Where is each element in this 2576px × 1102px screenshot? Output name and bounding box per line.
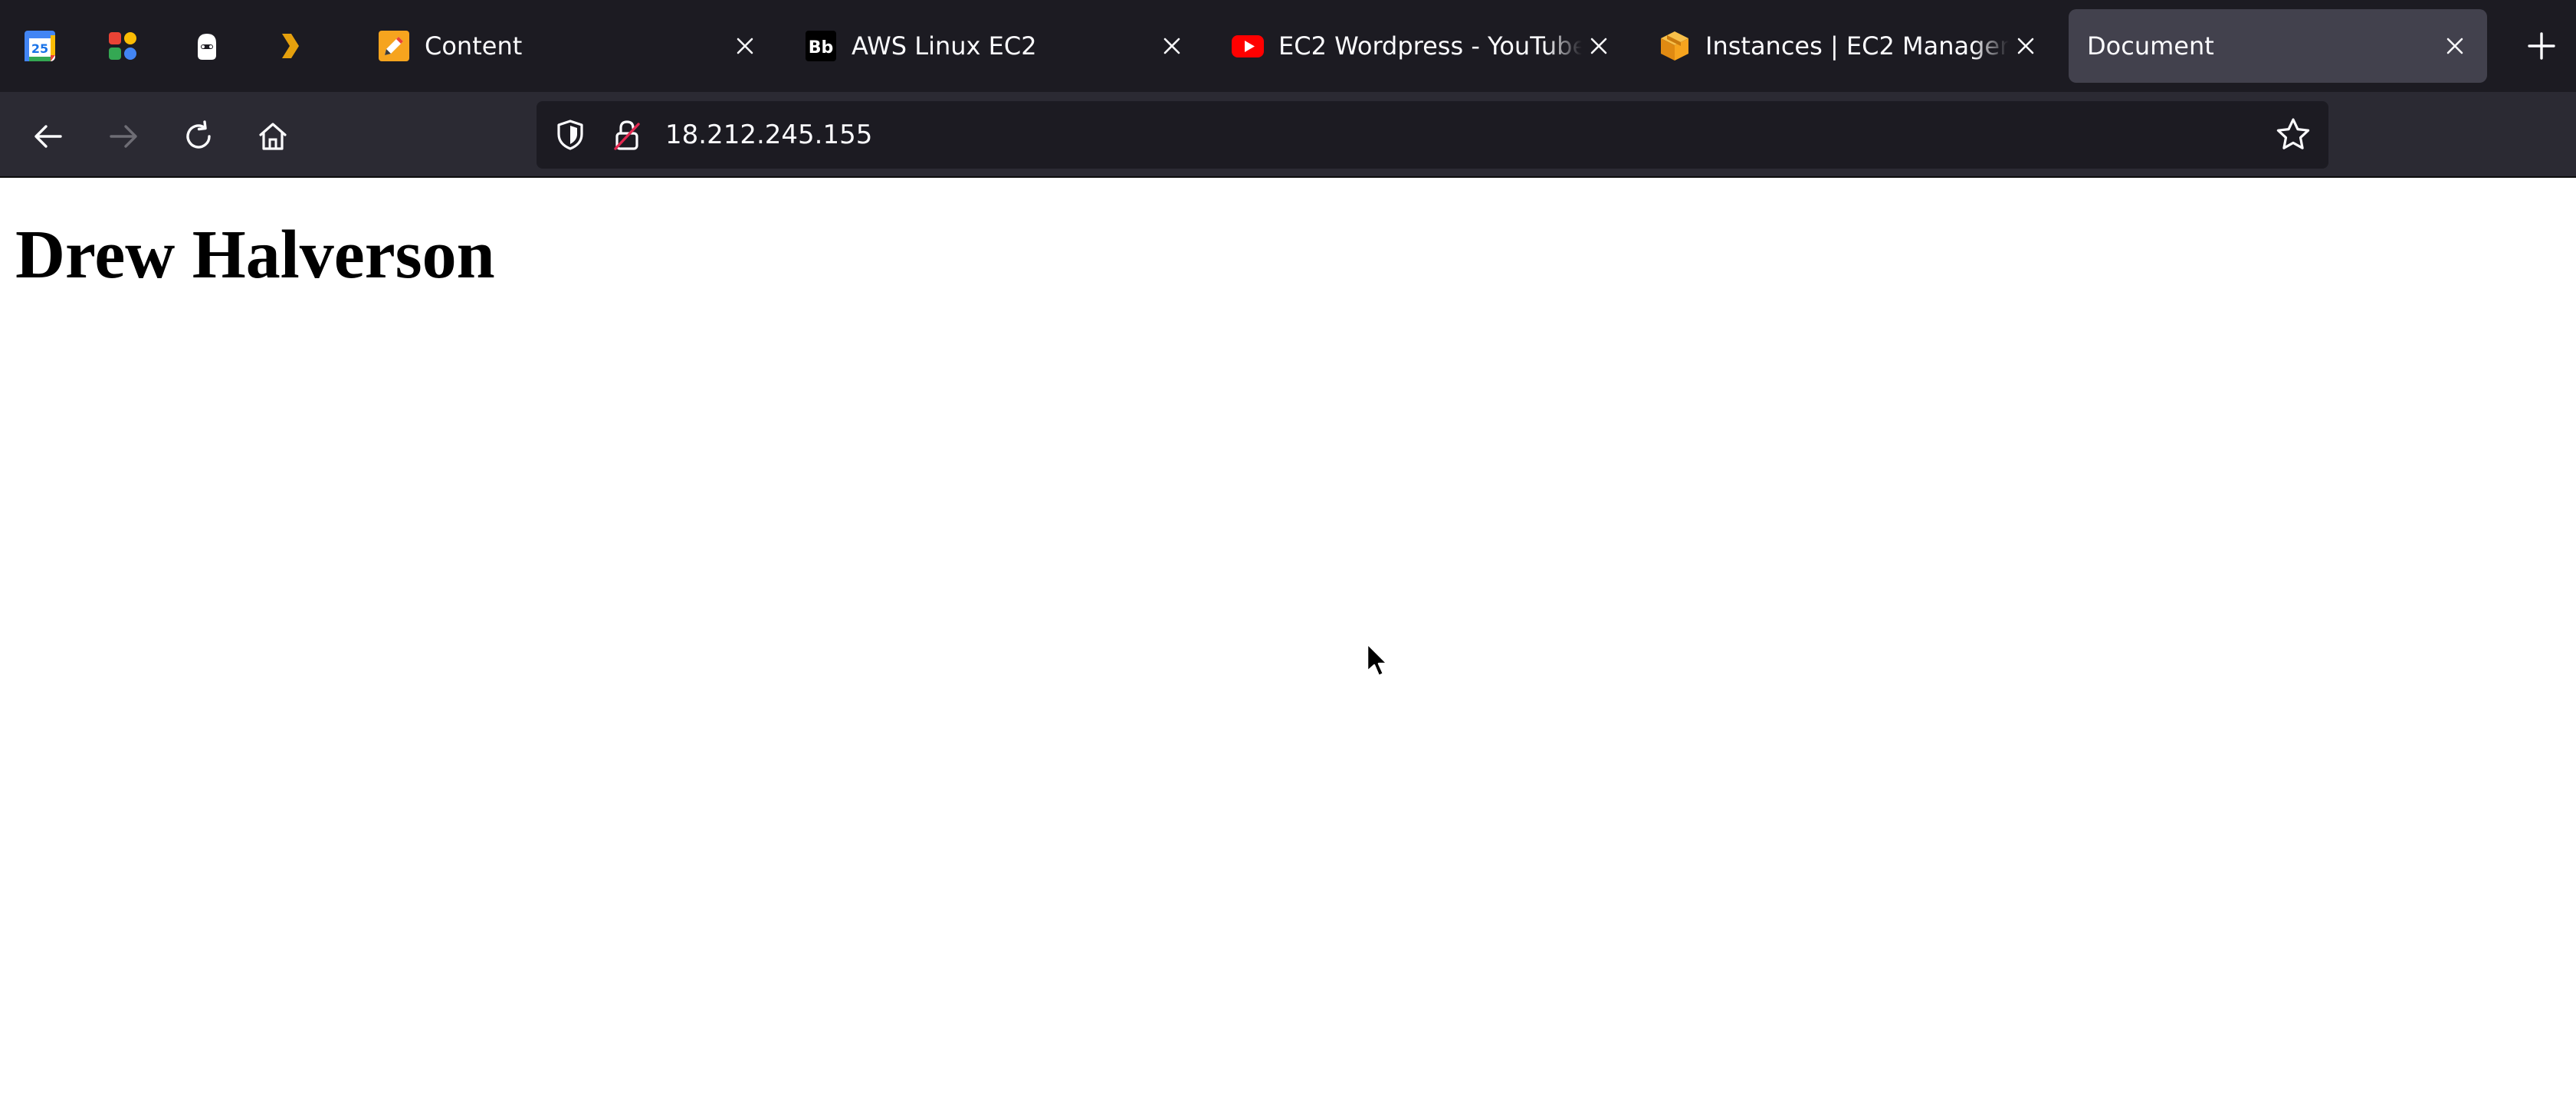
home-icon (259, 123, 287, 150)
reload-icon (186, 120, 211, 149)
youtube-icon (1231, 29, 1265, 63)
shield-icon[interactable] (552, 116, 589, 153)
pinned-tab-plex[interactable] (256, 15, 323, 77)
arrow-left-icon (34, 125, 62, 148)
browser-chrome: 25 Content Bb AWS Linux EC2 EC2 Wordpres… (0, 0, 2576, 178)
url-bar[interactable] (537, 101, 2328, 169)
back-button[interactable] (21, 109, 76, 164)
close-icon[interactable] (1582, 29, 1616, 63)
pinned-tab-calendar[interactable]: 25 (6, 15, 74, 77)
aws-box-icon (1658, 29, 1692, 63)
bb-icon: Bb (804, 29, 838, 63)
home-button[interactable] (245, 109, 300, 164)
privacy-icon (198, 34, 216, 60)
close-icon[interactable] (2438, 29, 2472, 63)
tab-title: Document (2087, 31, 2214, 61)
close-icon[interactable] (1155, 29, 1189, 63)
close-icon[interactable] (728, 29, 762, 63)
pencil-icon (377, 29, 411, 63)
app-grid-icon (109, 32, 136, 60)
plus-icon (2528, 32, 2555, 60)
bb-icon-text: Bb (809, 38, 834, 57)
pinned-tab-app[interactable] (89, 15, 156, 77)
calendar-day: 25 (31, 41, 48, 56)
tab-ec2-instances[interactable]: Instances | EC2 Management Console (1639, 9, 2058, 83)
plex-icon (282, 34, 299, 58)
close-icon[interactable] (2009, 29, 2043, 63)
tab-title: Content (425, 31, 523, 61)
page-heading: Drew Halverson (15, 217, 495, 293)
tab-title: EC2 Wordpress - YouTube (1278, 31, 1582, 61)
pinned-tab-privacy[interactable] (173, 15, 241, 77)
tab-title: Instances | EC2 Management Console (1705, 31, 2009, 61)
tab-ec2-wordpress-youtube[interactable]: EC2 Wordpress - YouTube (1213, 9, 1631, 83)
calendar-icon: 25 (25, 31, 55, 61)
bookmark-star-icon[interactable] (2273, 115, 2313, 155)
tab-content[interactable]: Content (359, 9, 777, 83)
tab-title: AWS Linux EC2 (852, 31, 1037, 61)
new-tab-button[interactable] (2511, 15, 2572, 77)
navigation-bar (0, 92, 2576, 178)
reload-button[interactable] (171, 109, 226, 164)
page-content: Drew Halverson (0, 178, 2576, 1102)
insecure-lock-icon[interactable] (609, 116, 645, 153)
tab-strip: 25 Content Bb AWS Linux EC2 EC2 Wordpres… (0, 0, 2576, 92)
tab-aws-linux-ec2[interactable]: Bb AWS Linux EC2 (786, 9, 1204, 83)
forward-button[interactable] (96, 109, 151, 164)
tab-document[interactable]: Document (2069, 9, 2487, 83)
url-input[interactable] (665, 112, 2198, 158)
arrow-right-icon (110, 125, 137, 148)
